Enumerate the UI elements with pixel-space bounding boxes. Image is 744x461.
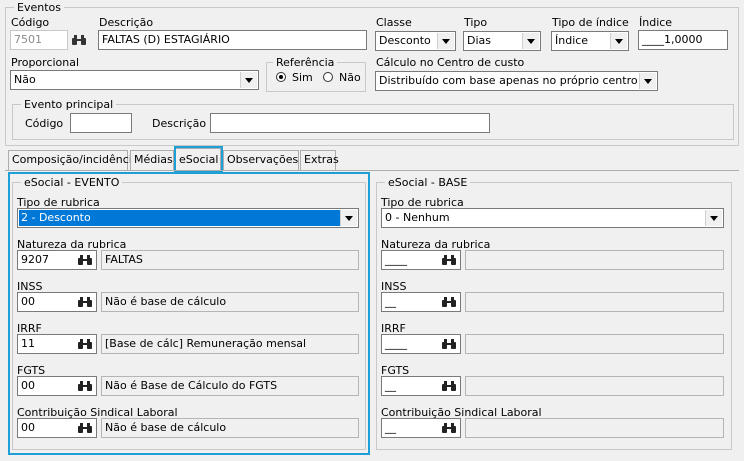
chevron-down-icon[interactable]: [240, 72, 257, 88]
evento-inss-desc: Não é base de cálculo: [101, 292, 359, 312]
evento-principal-title: Evento principal: [21, 98, 117, 111]
base-tipo-rubrica-select[interactable]: 0 - Nenhum: [381, 208, 724, 228]
tab-panel-border: [5, 170, 739, 171]
calculo-select[interactable]: Distribuído com base apenas no próprio c…: [375, 71, 658, 91]
base-fgts-desc: [465, 376, 724, 396]
evento-irrf-lookup-button[interactable]: [75, 335, 95, 353]
binoculars-icon: [78, 339, 92, 349]
binoculars-icon: [442, 255, 456, 265]
referencia-sim-radio[interactable]: [276, 72, 286, 82]
codigo-lookup-button[interactable]: [69, 31, 89, 49]
calculo-value: Distribuído com base apenas no próprio c…: [379, 74, 637, 87]
codigo-field[interactable]: 7501: [10, 30, 68, 50]
chevron-down-icon[interactable]: [610, 33, 627, 49]
base-fgts-lookup-button[interactable]: [439, 377, 459, 395]
referencia-nao-label[interactable]: Não: [339, 71, 361, 84]
tipo-value: Dias: [467, 34, 491, 47]
base-sindical-lookup-button[interactable]: [439, 419, 459, 437]
tab-extras[interactable]: Extras: [300, 150, 339, 170]
evento-sindical-lookup-button[interactable]: [75, 419, 95, 437]
classe-select[interactable]: Desconto: [375, 31, 456, 51]
base-natureza-desc: [465, 250, 724, 270]
indice-field[interactable]: ____1,0000: [638, 30, 728, 50]
base-natureza-lookup-button[interactable]: [439, 251, 459, 269]
binoculars-icon: [78, 297, 92, 307]
descricao-label: Descrição: [99, 16, 154, 29]
binoculars-icon: [78, 423, 92, 433]
binoculars-icon: [442, 381, 456, 391]
evento-tipo-rubrica-select[interactable]: 2 - Desconto: [17, 208, 359, 228]
evento-fgts-desc: Não é Base de Cálculo do FGTS: [101, 376, 359, 396]
chevron-down-icon[interactable]: [522, 33, 539, 49]
evento-sindical-desc: Não é base de cálculo: [101, 418, 359, 438]
binoculars-icon: [442, 297, 456, 307]
referencia-sim-label[interactable]: Sim: [292, 71, 313, 84]
tab-observacoes[interactable]: Observações: [223, 150, 299, 170]
base-irrf-lookup-button[interactable]: [439, 335, 459, 353]
tipo-indice-value: Índice: [555, 34, 589, 47]
evento-principal-descricao-field[interactable]: [210, 113, 490, 133]
binoculars-icon: [442, 339, 456, 349]
base-tipo-rubrica-value: 0 - Nenhum: [385, 211, 450, 224]
esocial-evento-title: eSocial - EVENTO: [21, 176, 123, 189]
evento-principal-descricao-label: Descrição: [152, 117, 207, 130]
referencia-nao-radio[interactable]: [323, 72, 333, 82]
esocial-base-title: eSocial - BASE: [385, 176, 471, 189]
base-inss-desc: [465, 292, 724, 312]
chevron-down-icon[interactable]: [705, 210, 722, 226]
evento-fgts-lookup-button[interactable]: [75, 377, 95, 395]
evento-principal-codigo-field[interactable]: [70, 113, 132, 133]
chevron-down-icon[interactable]: [639, 73, 656, 89]
binoculars-icon: [78, 381, 92, 391]
tipo-label: Tipo: [464, 16, 488, 29]
chevron-down-icon[interactable]: [340, 210, 357, 226]
calculo-label: Cálculo no Centro de custo: [376, 56, 525, 69]
codigo-label: Código: [11, 16, 50, 29]
binoculars-icon: [78, 255, 92, 265]
proporcional-label: Proporcional: [11, 56, 80, 69]
evento-natureza-desc: FALTAS: [101, 250, 359, 270]
evento-irrf-desc: [Base de cálc] Remuneração mensal: [101, 334, 359, 354]
tipo-indice-select[interactable]: Índice: [551, 31, 629, 51]
proporcional-select[interactable]: Não: [10, 70, 259, 90]
binoculars-icon: [72, 35, 86, 45]
eventos-title: Eventos: [14, 1, 64, 14]
tipo-indice-label: Tipo de índice: [552, 16, 629, 29]
proporcional-value: Não: [14, 73, 36, 86]
evento-tipo-rubrica-value: 2 - Desconto: [19, 210, 340, 226]
binoculars-icon: [442, 423, 456, 433]
evento-principal-codigo-label: Código: [25, 117, 64, 130]
indice-label: Índice: [639, 16, 673, 29]
evento-inss-lookup-button[interactable]: [75, 293, 95, 311]
base-irrf-desc: [465, 334, 724, 354]
classe-label: Classe: [376, 16, 412, 29]
tab-medias[interactable]: Médias: [130, 150, 174, 170]
esocial-tab-highlight: [174, 146, 223, 172]
referencia-title: Referência: [273, 56, 338, 69]
classe-value: Desconto: [379, 34, 431, 47]
base-sindical-desc: [465, 418, 724, 438]
evento-natureza-lookup-button[interactable]: [75, 251, 95, 269]
base-inss-lookup-button[interactable]: [439, 293, 459, 311]
chevron-down-icon[interactable]: [437, 33, 454, 49]
tipo-select[interactable]: Dias: [463, 31, 541, 51]
descricao-field[interactable]: FALTAS (D) ESTAGIÁRIO: [98, 30, 367, 50]
tab-composicao[interactable]: Composição/incidência: [8, 150, 139, 170]
